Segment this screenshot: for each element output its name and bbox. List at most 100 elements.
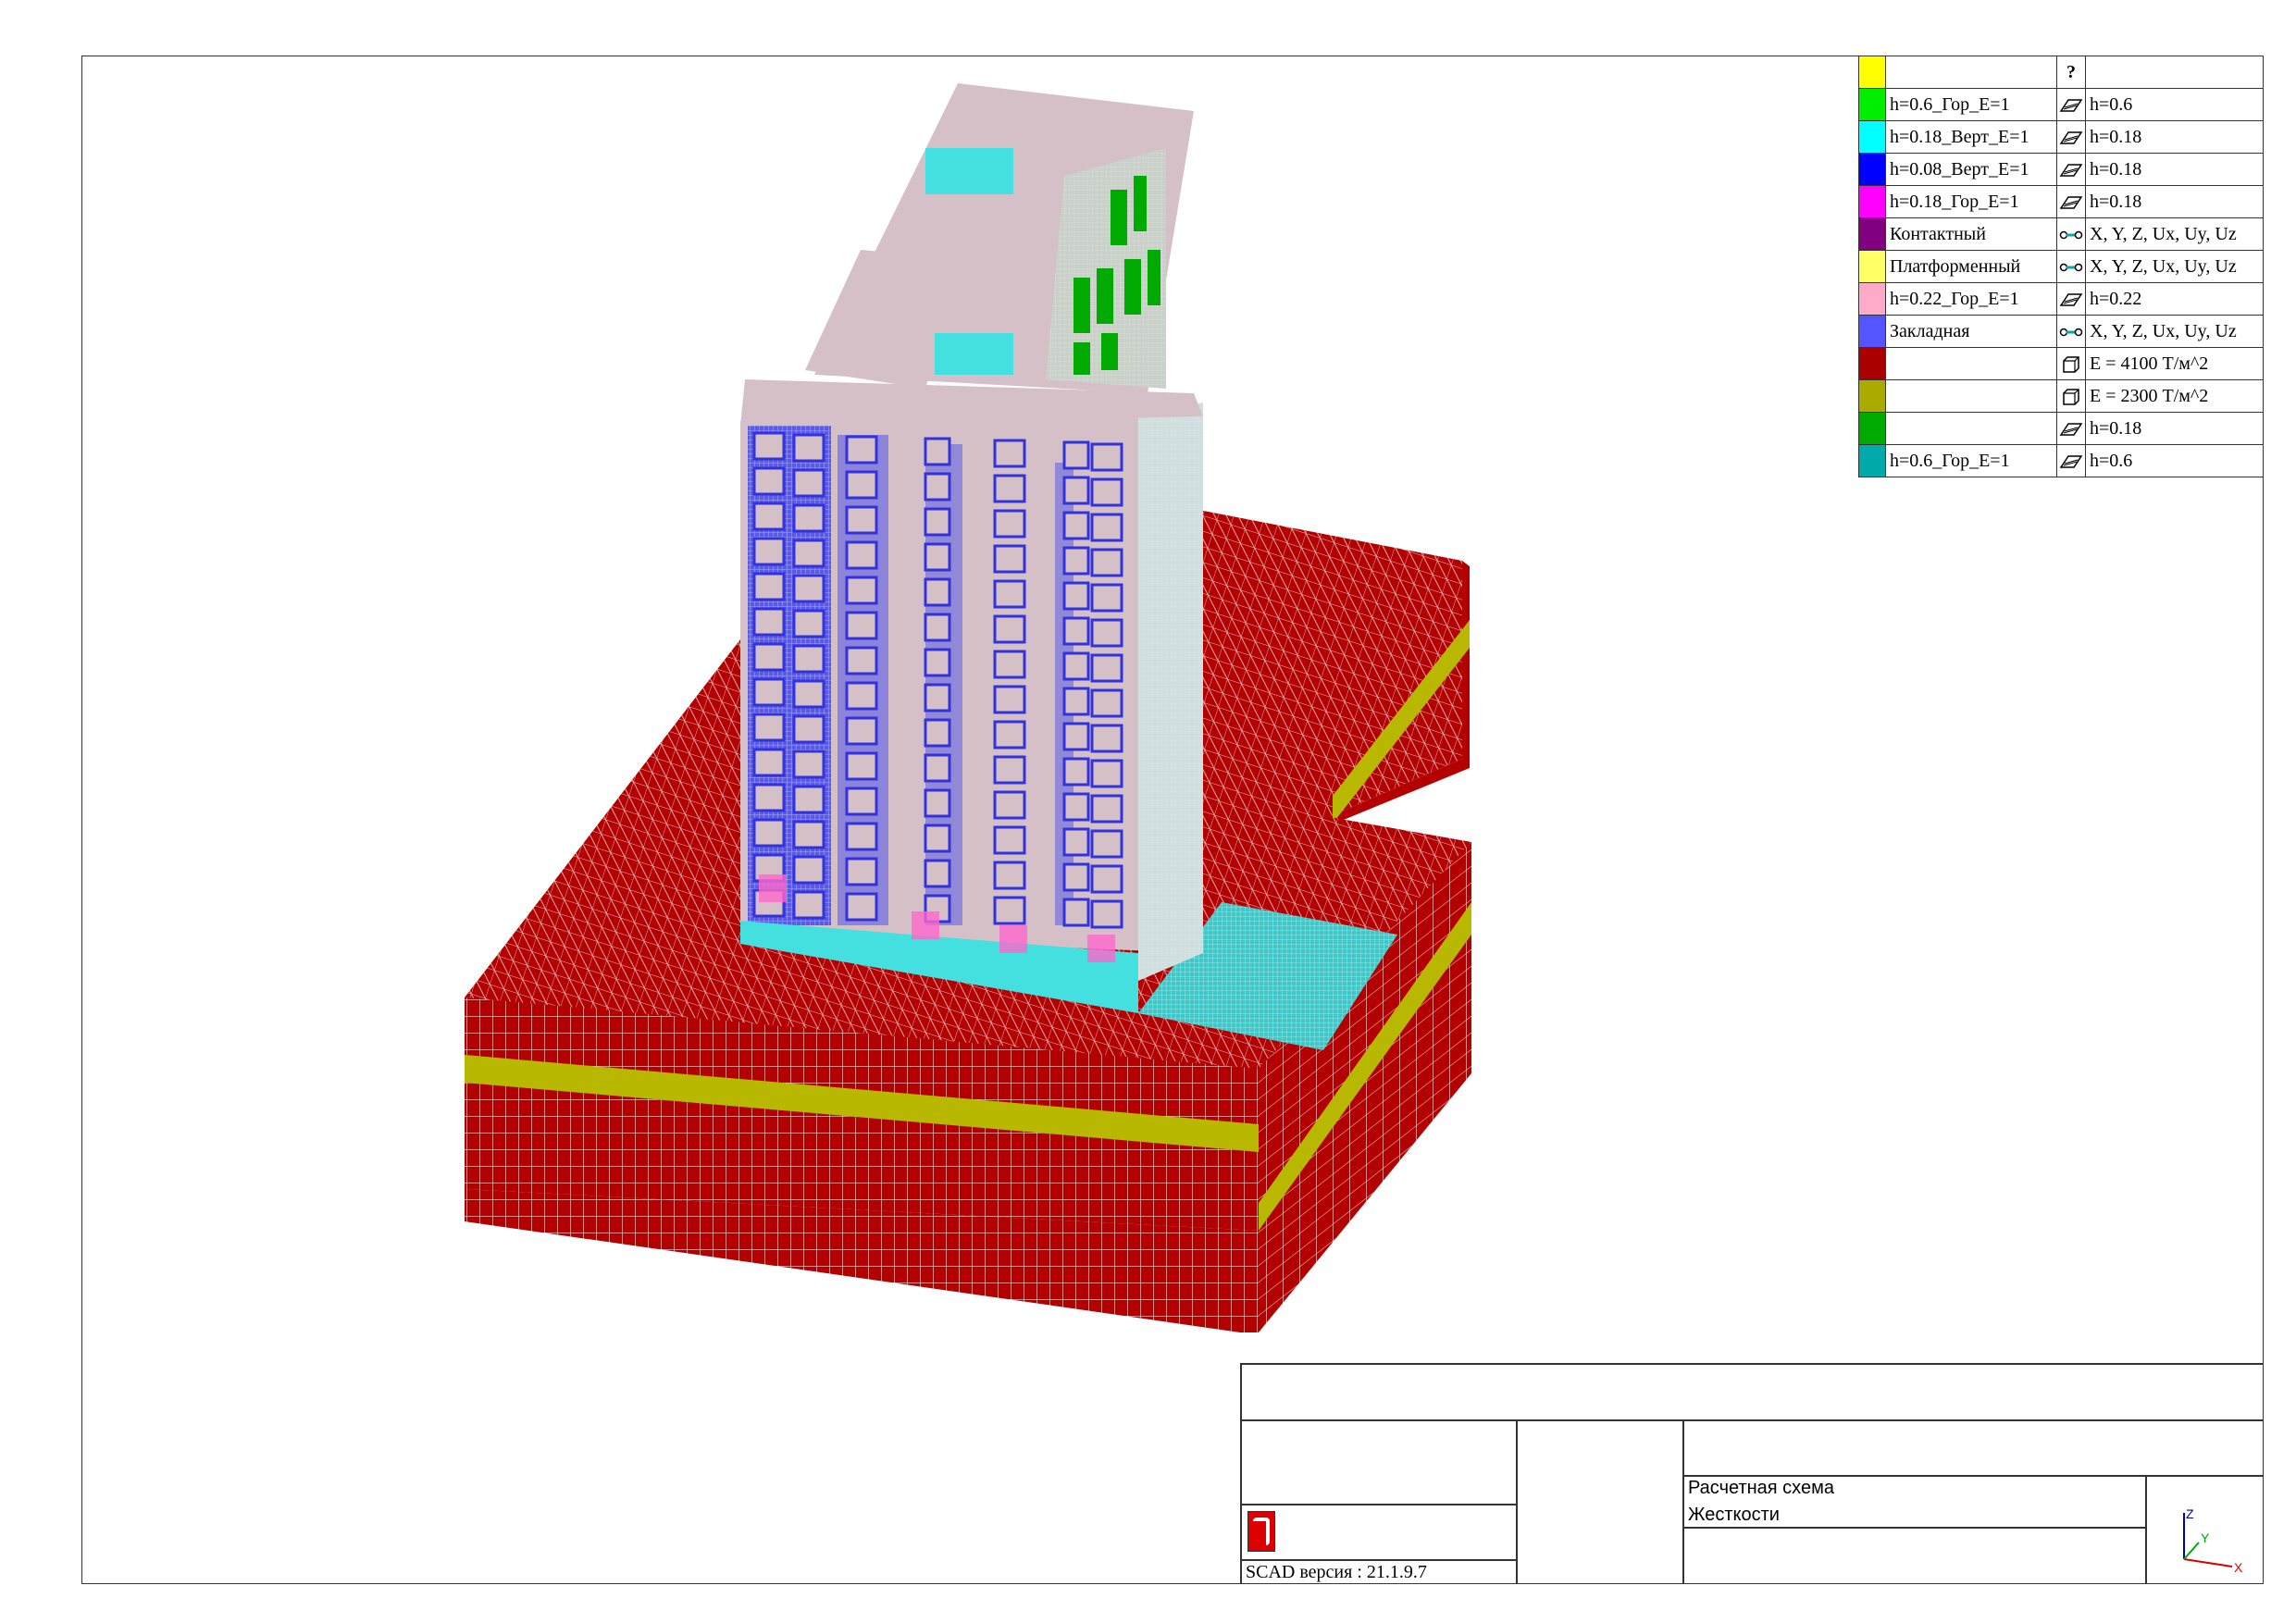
window-cell xyxy=(792,609,825,638)
window-cell xyxy=(845,751,878,781)
legend-value: E = 4100 Т/м^2 xyxy=(2085,347,2264,380)
legend-name: Контактный xyxy=(1885,217,2057,251)
window-cell xyxy=(924,542,951,572)
legend-swatch xyxy=(1858,217,1886,251)
window-cell xyxy=(845,435,878,465)
legend-header-mark: ? xyxy=(2056,56,2086,89)
window-cell xyxy=(1062,546,1090,576)
window-cell xyxy=(924,718,951,748)
window-cell xyxy=(993,474,1026,503)
window-cell xyxy=(752,818,786,848)
window-cell xyxy=(924,613,951,642)
legend-swatch xyxy=(1858,347,1886,380)
legend-name: Платформенный xyxy=(1885,250,2057,283)
window-cell xyxy=(1062,827,1090,857)
legend-swatch xyxy=(1858,120,1886,154)
legend-link-icon xyxy=(2056,250,2086,283)
window-cell xyxy=(792,785,825,814)
legend-value: h=0.6 xyxy=(2085,88,2264,121)
window-cell xyxy=(1090,477,1123,507)
window-cell xyxy=(924,472,951,502)
legend-row: h=0.6_Гор_Е=1 h=0.6 xyxy=(1858,88,2264,121)
window-cell xyxy=(752,502,786,531)
legend-plate-icon xyxy=(2056,153,2086,186)
window-cell xyxy=(752,572,786,601)
legend-swatch xyxy=(1858,282,1886,316)
legend-link-icon xyxy=(2056,217,2086,251)
window-cell xyxy=(1090,724,1123,753)
window-cell xyxy=(1090,442,1123,472)
window-cell xyxy=(752,783,786,812)
window-cell xyxy=(845,540,878,570)
title-block: SCAD версия : 21.1.9.7 Расчетная схема Ж… xyxy=(1240,1363,2264,1584)
window-cell xyxy=(752,466,786,496)
window-cell xyxy=(1062,792,1090,822)
window-cell xyxy=(993,650,1026,679)
window-cell xyxy=(752,537,786,566)
window-cell xyxy=(1062,898,1090,927)
axis-triad: Z Y X xyxy=(2183,1506,2243,1575)
legend-row: h=0.18 xyxy=(1858,412,2264,445)
legend-swatch xyxy=(1858,88,1886,121)
window-cell xyxy=(792,644,825,674)
legend-name: h=0.18_Гор_Е=1 xyxy=(1885,185,2057,218)
window-cell xyxy=(993,579,1026,609)
window-cell xyxy=(792,433,825,463)
window-cell xyxy=(845,681,878,711)
window-cell xyxy=(845,822,878,851)
window-cell xyxy=(993,861,1026,890)
legend-swatch xyxy=(1858,444,1886,477)
window-cell xyxy=(1090,653,1123,683)
window-cell xyxy=(1062,757,1090,787)
legend-row: E = 4100 Т/м^2 xyxy=(1858,347,2264,380)
legend-plate-icon xyxy=(2056,412,2086,445)
legend-name: Закладная xyxy=(1885,315,2057,348)
legend-value: h=0.18 xyxy=(2085,120,2264,154)
legend-solid-icon xyxy=(2056,379,2086,413)
legend-value: h=0.18 xyxy=(2085,153,2264,186)
window-cell xyxy=(993,544,1026,574)
window-cell xyxy=(924,577,951,607)
legend-row: h=0.6_Гор_Е=1 h=0.6 xyxy=(1858,444,2264,477)
window-cell xyxy=(1090,513,1123,542)
window-cell xyxy=(993,439,1026,468)
window-cell xyxy=(845,857,878,886)
window-cell xyxy=(1062,687,1090,716)
window-cell xyxy=(993,720,1026,750)
scad-logo xyxy=(1247,1511,1275,1552)
window-cell xyxy=(924,507,951,537)
legend-row: Закладная X, Y, Z, Ux, Uy, Uz xyxy=(1858,315,2264,348)
legend-plate-icon xyxy=(2056,120,2086,154)
window-cell xyxy=(1090,759,1123,788)
legend-plate-icon xyxy=(2056,444,2086,477)
window-cell xyxy=(924,859,951,888)
window-cell xyxy=(993,896,1026,925)
window-cell xyxy=(1090,688,1123,718)
legend-row: h=0.18_Гор_Е=1 h=0.18 xyxy=(1858,185,2264,218)
window-cell xyxy=(792,820,825,849)
legend-row: E = 2300 Т/м^2 xyxy=(1858,379,2264,413)
legend-value: X, Y, Z, Ux, Uy, Uz xyxy=(2085,250,2264,283)
window-cell xyxy=(792,855,825,885)
window-cell xyxy=(924,683,951,712)
window-cell xyxy=(993,685,1026,714)
window-cell xyxy=(792,539,825,568)
window-cell xyxy=(1062,511,1090,540)
legend-plate-icon xyxy=(2056,282,2086,316)
window-cell xyxy=(845,611,878,640)
window-cell xyxy=(845,576,878,605)
legend-swatch xyxy=(1858,250,1886,283)
window-cell xyxy=(1090,899,1123,929)
legend-value: h=0.18 xyxy=(2085,412,2264,445)
legend-swatch xyxy=(1858,153,1886,186)
window-cell xyxy=(924,648,951,677)
window-cell xyxy=(993,509,1026,539)
legend-plate-icon xyxy=(2056,88,2086,121)
legend-name: h=0.18_Верт_Е=1 xyxy=(1885,120,2057,154)
legend-table: ? h=0.6_Гор_Е=1 h=0.6 h=0.18_Верт_Е=1 h=0.1… xyxy=(1858,56,2264,477)
window-cell xyxy=(1062,862,1090,892)
legend-header-swatch xyxy=(1858,56,1886,89)
window-cell xyxy=(845,470,878,500)
window-cell xyxy=(924,788,951,818)
legend-header-value xyxy=(2085,56,2264,89)
